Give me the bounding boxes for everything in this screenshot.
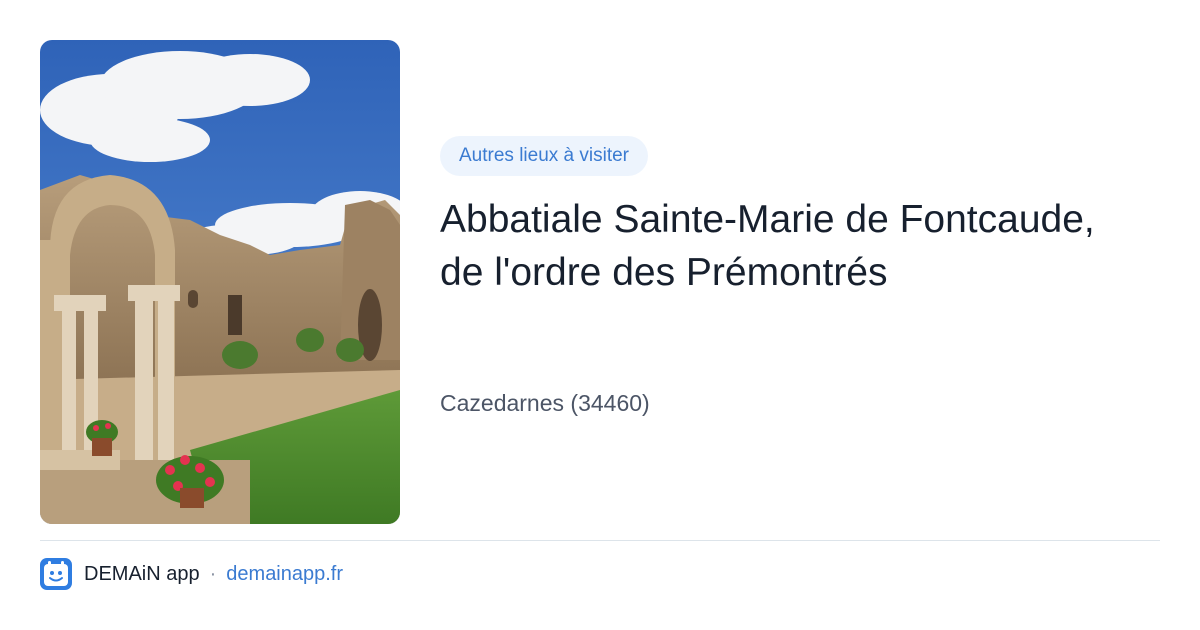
place-title: Abbatiale Sainte-Marie de Fontcaude, de … bbox=[440, 198, 1095, 294]
demain-app-logo-icon bbox=[40, 558, 72, 590]
place-location: Cazedarnes (34460) bbox=[440, 390, 650, 416]
category-badge[interactable]: Autres lieux à visiter bbox=[440, 136, 649, 176]
footer-divider bbox=[40, 540, 1160, 541]
footer-separator: · bbox=[209, 562, 217, 585]
abbey-photo bbox=[40, 40, 400, 524]
domain-link[interactable]: demainapp.fr bbox=[226, 563, 343, 586]
app-name: DEMAiN app bbox=[84, 562, 200, 585]
footer: DEMAiN app · demainapp.fr bbox=[40, 558, 343, 590]
